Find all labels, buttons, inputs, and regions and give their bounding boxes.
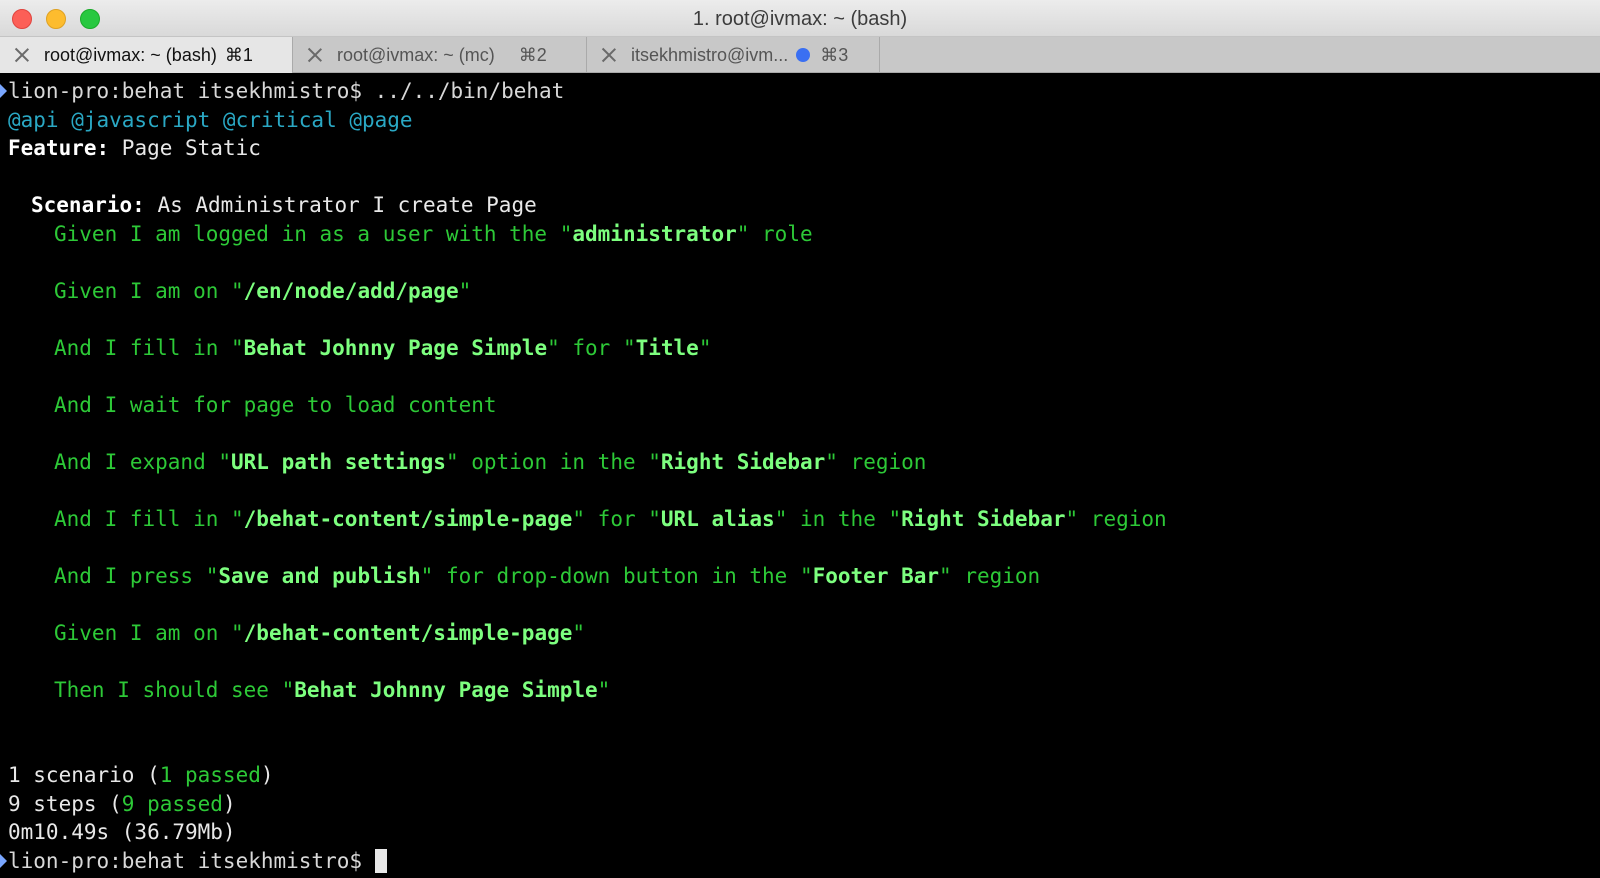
summary-passed: 9 passed [121,791,223,816]
step-argument: Save and publish [218,563,421,588]
summary-text: 9 steps ( [8,791,122,816]
scenario-name: As Administrator I create Page [144,193,537,217]
step-text: Given I am on " [54,620,244,645]
text-cursor [374,848,387,873]
summary-text: 1 scenario ( [8,763,160,787]
steps-summary: 9 steps (9 passed) [8,790,1600,819]
command-line: lion-pro:behat itsekhmistro$ ../../bin/b… [0,77,1600,106]
tab-label: root@ivmax: ~ (mc) [337,44,495,65]
scenario-keyword: Scenario: [31,193,145,217]
step-text: Given I am on " [54,278,244,303]
step-text: Given I am logged in as a user with the … [54,221,573,246]
tab-label: root@ivmax: ~ (bash) [44,44,217,65]
step-text: And I fill in " [54,506,244,531]
step-argument: /behat-content/simple-page [243,506,573,531]
step-text: " in the " [774,506,902,531]
step-text: " [572,620,586,645]
step-argument: URL path settings [231,449,446,474]
step-text: " region [1065,506,1167,531]
step-text: " region [939,563,1041,588]
step-text: " role [736,221,813,246]
scenario-line: Scenario: As Administrator I create Page [8,191,1600,220]
feature-keyword: Feature: [8,136,110,160]
step-line: And I press "Save and publish" for drop-… [8,562,1600,591]
step-text: " for " [547,335,636,360]
step-line: And I wait for page to load content [8,391,1600,420]
terminal-window: 1. root@ivmax: ~ (bash) root@ivmax: ~ (b… [0,0,1600,878]
step-text: Then I should see " [54,677,295,702]
summary-passed: 1 passed [159,763,261,787]
close-tab-icon[interactable] [305,45,325,65]
shell-prompt: lion-pro:behat itsekhmistro$ [8,79,363,103]
feature-tags: @api @javascript @critical @page [8,107,413,132]
step-line: And I fill in "Behat Johnny Page Simple"… [8,334,1600,363]
step-text: And I press " [54,563,219,588]
final-prompt-line[interactable]: lion-pro:behat itsekhmistro$ [0,847,1600,876]
step-text: " for " [572,506,661,531]
step-argument: URL alias [660,506,775,531]
summary-text: ) [222,791,236,816]
step-text: " [698,335,712,360]
step-line: Given I am on "/en/node/add/page" [8,277,1600,306]
feature-line: Feature: Page Static [8,134,1600,163]
step-argument: Footer Bar [812,563,940,588]
tab-label: itsekhmistro@ivm... [631,44,789,65]
scenario-summary: 1 scenario (1 passed) [8,761,1600,790]
step-text: And I fill in " [54,335,244,360]
tab-bar: root@ivmax: ~ (bash) ⌘1 root@ivmax: ~ (m… [0,37,1600,73]
step-text: " for drop-down button in the " [420,563,813,588]
step-line: Given I am on "/behat-content/simple-pag… [8,619,1600,648]
summary-text: ) [260,763,274,787]
step-text: And I expand " [54,449,232,474]
step-argument: administrator [572,221,737,246]
step-text: And I wait for page to load content [54,392,497,417]
close-tab-icon[interactable] [12,45,32,65]
title-bar[interactable]: 1. root@ivmax: ~ (bash) [0,0,1600,37]
timing-summary: 0m10.49s (36.79Mb) [8,820,236,844]
tab-mc[interactable]: root@ivmax: ~ (mc) ⌘2 [293,37,587,73]
step-text: " region [825,449,927,474]
prompt-marker-icon [0,84,7,98]
step-text: " [458,278,472,303]
step-argument: Right Sidebar [901,506,1066,531]
step-line: And I expand "URL path settings" option … [8,448,1600,477]
tab-shortcut: ⌘2 [518,44,547,65]
step-text: " option in the " [445,449,661,474]
tab-bash[interactable]: root@ivmax: ~ (bash) ⌘1 [0,37,293,73]
step-line: Then I should see "Behat Johnny Page Sim… [8,676,1600,705]
terminal-output[interactable]: lion-pro:behat itsekhmistro$ ../../bin/b… [0,74,1600,878]
close-tab-icon[interactable] [599,45,619,65]
tab-shortcut: ⌘1 [224,44,253,65]
feature-name: Page Static [109,136,261,160]
window-title: 1. root@ivmax: ~ (bash) [692,8,908,30]
step-text: " [597,677,611,702]
activity-dot-icon [796,48,811,62]
step-line: And I fill in "/behat-content/simple-pag… [8,505,1600,534]
tab-shortcut: ⌘3 [820,44,849,65]
prompt-marker-icon [0,853,7,868]
shell-command: ../../bin/behat [362,79,565,103]
step-argument: Title [635,335,699,360]
tab-remote[interactable]: itsekhmistro@ivm... ⌘3 [587,37,880,73]
step-line: Given I am logged in as a user with the … [8,220,1600,249]
step-argument: Behat Johnny Page Simple [294,677,598,702]
step-argument: /en/node/add/page [243,278,459,303]
shell-prompt: lion-pro:behat itsekhmistro$ [8,848,375,873]
step-argument: /behat-content/simple-page [243,620,573,645]
step-argument: Behat Johnny Page Simple [243,335,548,360]
step-argument: Right Sidebar [660,449,826,474]
